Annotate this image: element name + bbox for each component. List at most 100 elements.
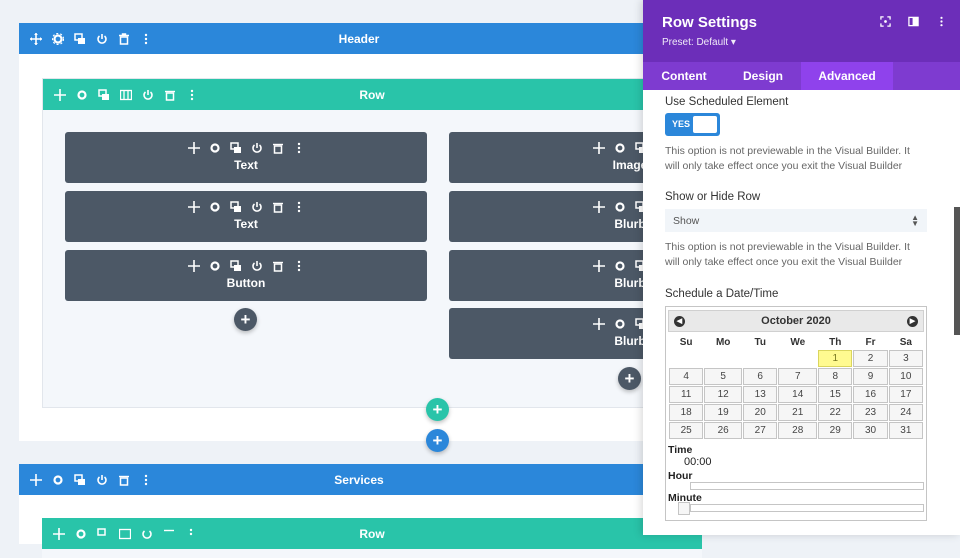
calendar-day[interactable]: 3: [888, 350, 923, 367]
gear-icon[interactable]: [51, 32, 64, 45]
trash-icon[interactable]: [271, 200, 284, 213]
move-icon[interactable]: [187, 141, 200, 154]
calendar-day[interactable]: 16: [853, 386, 888, 403]
power-icon[interactable]: [95, 473, 108, 486]
scheduled-element-toggle[interactable]: YES: [665, 113, 720, 136]
calendar-day[interactable]: 27: [743, 422, 778, 439]
preset-dropdown[interactable]: Preset: Default ▾: [662, 37, 736, 48]
power-icon[interactable]: [95, 32, 108, 45]
move-icon[interactable]: [592, 259, 605, 272]
duplicate-icon[interactable]: [229, 141, 242, 154]
gear-icon[interactable]: [613, 317, 626, 330]
calendar-day[interactable]: 2: [853, 350, 888, 367]
panel-header[interactable]: Row Settings Preset: Default ▾: [643, 0, 960, 62]
calendar-day[interactable]: 4: [669, 368, 704, 385]
module-button[interactable]: Button: [65, 250, 427, 301]
calendar-day[interactable]: 21: [778, 404, 818, 421]
gear-icon[interactable]: [74, 527, 87, 540]
calendar-day[interactable]: 5: [704, 368, 743, 385]
row-bar[interactable]: Row: [43, 79, 701, 110]
duplicate-icon[interactable]: [97, 88, 110, 101]
move-icon[interactable]: [187, 200, 200, 213]
calendar-day[interactable]: 8: [818, 368, 853, 385]
more-icon[interactable]: [292, 200, 305, 213]
calendar-day[interactable]: 12: [704, 386, 743, 403]
calendar-day[interactable]: 10: [888, 368, 923, 385]
calendar-day[interactable]: 26: [704, 422, 743, 439]
calendar-day[interactable]: 31: [888, 422, 923, 439]
duplicate-icon[interactable]: [229, 200, 242, 213]
move-icon[interactable]: [592, 317, 605, 330]
move-icon[interactable]: [29, 473, 42, 486]
calendar-day[interactable]: 11: [669, 386, 704, 403]
gear-icon[interactable]: [208, 200, 221, 213]
more-icon[interactable]: [139, 32, 152, 45]
add-module-button[interactable]: +: [618, 367, 641, 390]
gear-icon[interactable]: [75, 88, 88, 101]
calendar-day[interactable]: 23: [853, 404, 888, 421]
tab-advanced[interactable]: Advanced: [801, 62, 893, 90]
power-icon[interactable]: [250, 259, 263, 272]
hour-slider[interactable]: [690, 482, 924, 490]
move-icon[interactable]: [592, 141, 605, 154]
expand-icon[interactable]: [878, 14, 892, 28]
calendar-day[interactable]: 7: [778, 368, 818, 385]
calendar-day[interactable]: 20: [743, 404, 778, 421]
gear-icon[interactable]: [208, 141, 221, 154]
module-text[interactable]: Text: [65, 191, 427, 242]
calendar-day[interactable]: 29: [818, 422, 853, 439]
columns-icon[interactable]: [119, 88, 132, 101]
calendar-day[interactable]: 22: [818, 404, 853, 421]
power-icon[interactable]: [250, 200, 263, 213]
calendar-day[interactable]: 13: [743, 386, 778, 403]
duplicate-icon[interactable]: [73, 32, 86, 45]
section-header-bar[interactable]: Header: [19, 23, 699, 54]
move-icon[interactable]: [52, 527, 65, 540]
calendar-day[interactable]: 15: [818, 386, 853, 403]
next-month-icon[interactable]: ▶: [906, 315, 918, 327]
more-icon[interactable]: [185, 88, 198, 101]
gear-icon[interactable]: [613, 141, 626, 154]
trash-icon[interactable]: [271, 141, 284, 154]
more-icon[interactable]: [184, 527, 197, 540]
calendar-day[interactable]: 17: [888, 386, 923, 403]
calendar-day[interactable]: 6: [743, 368, 778, 385]
minute-slider[interactable]: [678, 502, 924, 515]
more-icon[interactable]: [292, 141, 305, 154]
more-icon[interactable]: [292, 259, 305, 272]
trash-icon[interactable]: [163, 88, 176, 101]
calendar-day[interactable]: 18: [669, 404, 704, 421]
trash-icon[interactable]: [117, 32, 130, 45]
power-icon[interactable]: [250, 141, 263, 154]
duplicate-icon[interactable]: [73, 473, 86, 486]
calendar-day[interactable]: 19: [704, 404, 743, 421]
calendar-day[interactable]: 1: [818, 350, 853, 367]
row-bar[interactable]: Row: [42, 518, 702, 549]
calendar-day[interactable]: 30: [853, 422, 888, 439]
calendar-day[interactable]: 28: [778, 422, 818, 439]
duplicate-icon[interactable]: [229, 259, 242, 272]
move-icon[interactable]: [29, 32, 42, 45]
gear-icon[interactable]: [51, 473, 64, 486]
more-icon[interactable]: [139, 473, 152, 486]
calendar-day[interactable]: 24: [888, 404, 923, 421]
add-module-button[interactable]: +: [234, 308, 257, 331]
tab-design[interactable]: Design: [725, 62, 801, 90]
panel-scrollbar[interactable]: [954, 207, 960, 335]
sidebar-toggle-icon[interactable]: [906, 14, 920, 28]
add-row-button[interactable]: +: [426, 398, 449, 421]
calendar-day[interactable]: 25: [669, 422, 704, 439]
section-services-bar[interactable]: Services: [19, 464, 699, 495]
move-icon[interactable]: [53, 88, 66, 101]
more-icon[interactable]: [934, 14, 948, 28]
add-section-button[interactable]: +: [426, 429, 449, 452]
columns-icon[interactable]: [118, 527, 131, 540]
module-text[interactable]: Text: [65, 132, 427, 183]
calendar-day[interactable]: 14: [778, 386, 818, 403]
show-hide-select[interactable]: Show ▲ ▼: [665, 209, 927, 232]
move-icon[interactable]: [187, 259, 200, 272]
power-icon[interactable]: [140, 527, 153, 540]
move-icon[interactable]: [592, 200, 605, 213]
trash-icon[interactable]: [162, 527, 175, 540]
tab-content[interactable]: Content: [643, 62, 725, 90]
